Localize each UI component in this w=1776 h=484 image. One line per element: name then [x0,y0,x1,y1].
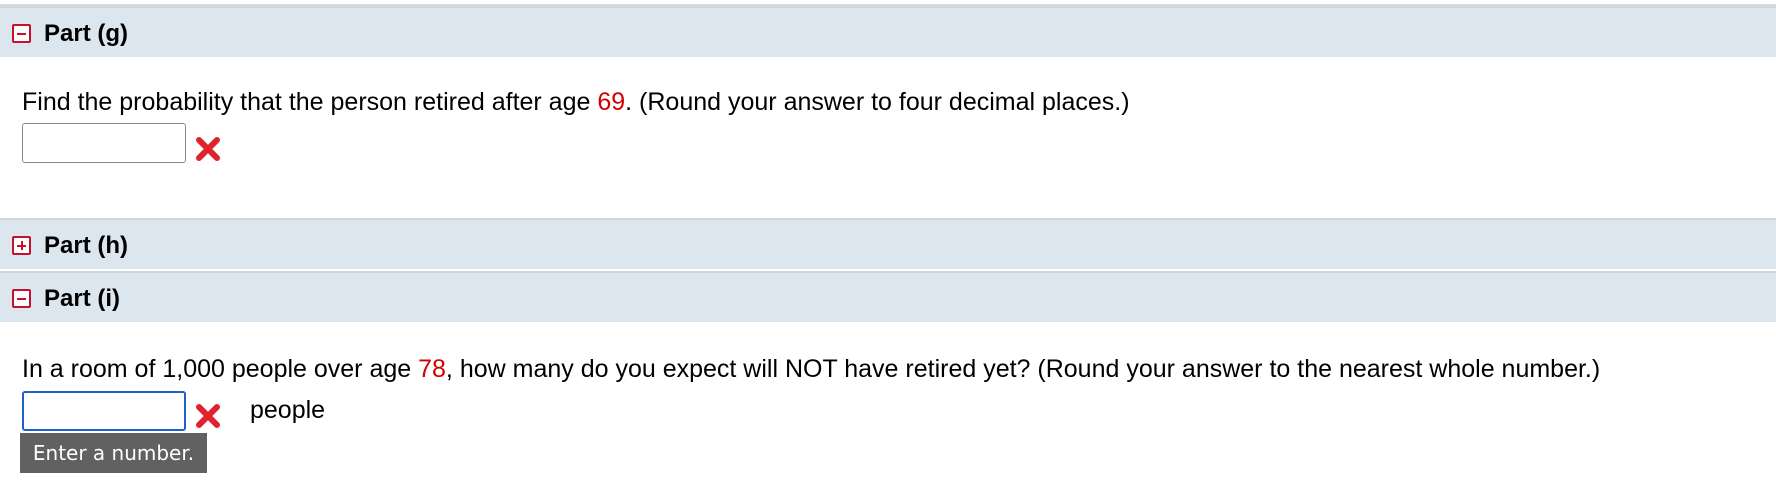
expand-icon[interactable] [12,236,31,255]
part-g-question: Find the probability that the person ret… [22,88,1130,116]
highlight-value: 69 [597,88,626,116]
part-g-header[interactable]: Part (g) [0,6,1776,57]
part-i-header[interactable]: Part (i) [0,271,1776,322]
part-i-question: In a room of 1,000 people over age 78, h… [22,355,1601,383]
part-g-answer-input[interactable] [22,123,186,163]
collapse-icon[interactable] [12,289,31,308]
part-i-answer-input[interactable] [22,391,186,431]
part-g-title: Part (g) [44,20,128,47]
collapse-icon[interactable] [12,24,31,43]
validation-tooltip: Enter a number. [20,433,207,473]
red-x-icon [196,404,220,428]
part-i-title: Part (i) [44,285,121,312]
highlight-value: 78 [418,355,446,383]
part-h-title: Part (h) [44,232,128,259]
unit-label: people [250,396,326,424]
red-x-icon [196,137,220,161]
part-h-header[interactable]: Part (h) [0,218,1776,269]
